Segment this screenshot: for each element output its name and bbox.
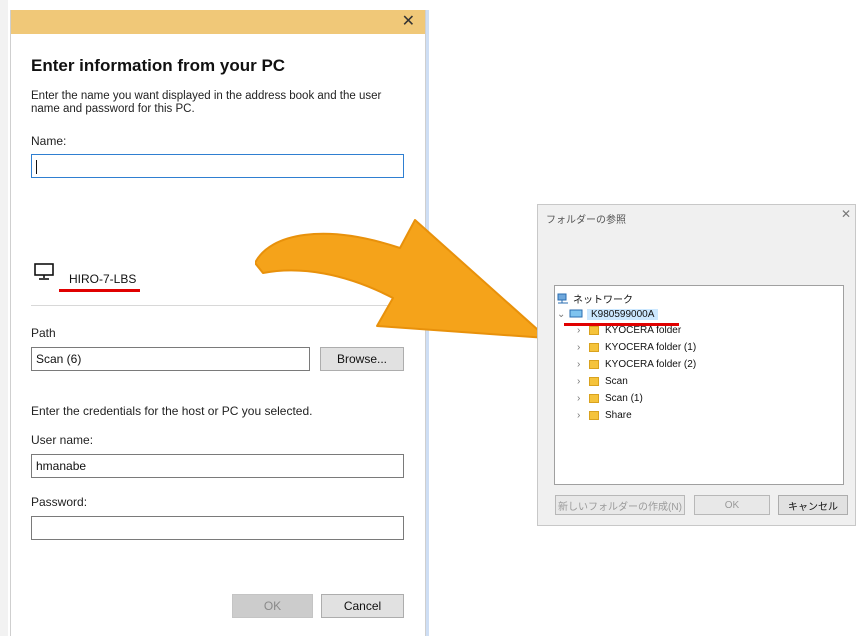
- password-label: Password:: [31, 495, 88, 509]
- tree-item-network[interactable]: ネットワーク: [557, 290, 633, 306]
- tree-item-label: ネットワーク: [573, 294, 633, 306]
- name-label: Name:: [31, 134, 67, 148]
- tree-item-label: KYOCERA folder (2): [605, 358, 697, 370]
- tree-item-computer[interactable]: ⌄ K980599000A: [557, 306, 659, 322]
- folder-tree[interactable]: ネットワーク ⌄ K980599000A › KYOCERA folder › …: [554, 285, 844, 485]
- ok-button[interactable]: OK: [232, 594, 313, 618]
- folder-icon: [589, 342, 599, 352]
- new-folder-button[interactable]: 新しいフォルダーの作成(N): [555, 495, 685, 515]
- tree-item-label: Scan: [605, 375, 628, 387]
- monitor-icon: [34, 263, 54, 280]
- tree-item-label: KYOCERA folder (1): [605, 341, 697, 353]
- tree-item-label: K980599000A: [587, 308, 659, 320]
- dialog-description: Enter the name you want displayed in the…: [31, 90, 382, 115]
- folder-icon: [589, 325, 599, 335]
- chevron-down-icon[interactable]: ⌄: [557, 309, 569, 320]
- tree-item-folder[interactable]: › Share: [577, 407, 632, 423]
- tree-item-folder[interactable]: › KYOCERA folder (2): [577, 356, 696, 372]
- folder-icon: [589, 376, 599, 386]
- background-window-edge: [0, 0, 8, 636]
- tree-item-folder[interactable]: › KYOCERA folder (1): [577, 339, 696, 355]
- annotation-underline: [59, 289, 140, 292]
- tree-item-label: Share: [605, 409, 632, 421]
- chevron-right-icon[interactable]: ›: [577, 376, 589, 387]
- cancel-button[interactable]: Cancel: [321, 594, 404, 618]
- chevron-right-icon[interactable]: ›: [577, 359, 589, 370]
- path-input[interactable]: Scan (6): [31, 347, 310, 371]
- annotation-underline: [564, 323, 679, 326]
- credentials-text: Enter the credentials for the host or PC…: [31, 404, 313, 418]
- chevron-right-icon[interactable]: ›: [577, 410, 589, 421]
- computer-icon: [569, 309, 583, 318]
- dialog-title: フォルダーの参照: [546, 215, 626, 226]
- username-input[interactable]: hmanabe: [31, 454, 404, 478]
- browse-button[interactable]: Browse...: [320, 347, 404, 371]
- close-icon[interactable]: ✕: [841, 207, 851, 221]
- close-icon[interactable]: ✕: [402, 12, 415, 32]
- username-label: User name:: [31, 433, 94, 447]
- network-icon: [557, 293, 568, 303]
- pc-name: HIRO-7-LBS: [69, 272, 137, 286]
- orange-arrow-graphic: [255, 219, 548, 339]
- chevron-right-icon[interactable]: ›: [577, 393, 589, 404]
- browse-folder-dialog: フォルダーの参照 ✕ ネットワーク ⌄ K980599000A › KYOCER…: [537, 204, 856, 526]
- ok-button[interactable]: OK: [694, 495, 770, 515]
- folder-icon: [589, 410, 599, 420]
- dialog-titlebar: ✕: [11, 10, 425, 34]
- tree-item-folder[interactable]: › Scan: [577, 373, 628, 389]
- chevron-right-icon[interactable]: ›: [577, 325, 589, 336]
- password-input[interactable]: [31, 516, 404, 540]
- name-input[interactable]: [31, 154, 404, 178]
- dialog-heading: Enter information from your PC: [31, 56, 286, 75]
- chevron-right-icon[interactable]: ›: [577, 342, 589, 353]
- tree-item-label: Scan (1): [605, 392, 643, 404]
- folder-icon: [589, 393, 599, 403]
- folder-icon: [589, 359, 599, 369]
- text-caret: [36, 159, 37, 174]
- tree-item-label: KYOCERA folder: [605, 324, 682, 336]
- cancel-button[interactable]: キャンセル: [778, 495, 848, 515]
- tree-item-folder[interactable]: › Scan (1): [577, 390, 643, 406]
- path-label: Path: [31, 326, 56, 340]
